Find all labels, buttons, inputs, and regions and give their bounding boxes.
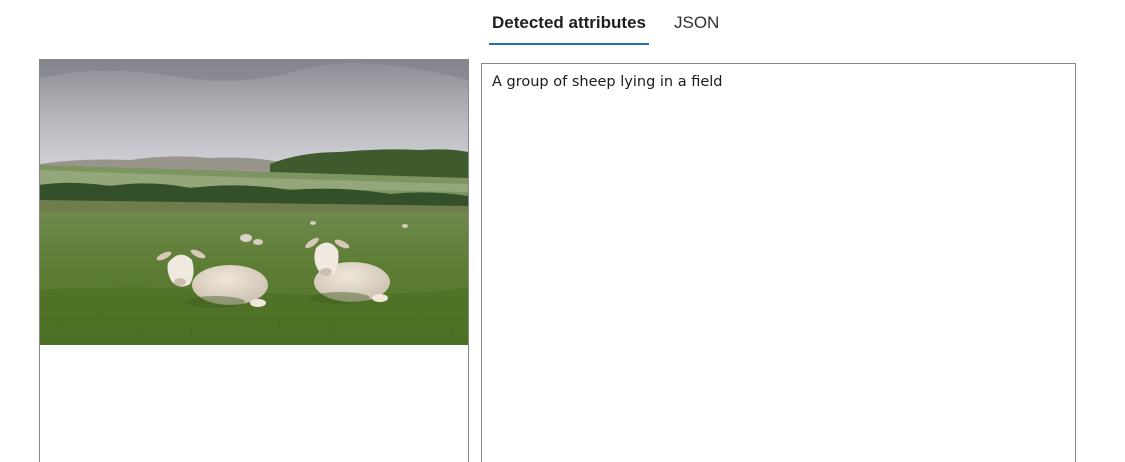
- tab-json-label: JSON: [673, 13, 720, 32]
- result-tabs: Detected attributes JSON: [484, 0, 739, 46]
- detected-attributes-panel: A group of sheep lying in a field: [481, 63, 1076, 462]
- sheep-field-photo: [40, 60, 468, 345]
- tab-detected-attributes[interactable]: Detected attributes: [484, 0, 654, 46]
- tab-json[interactable]: JSON: [666, 0, 727, 46]
- image-caption: A group of sheep lying in a field: [492, 74, 723, 90]
- tab-detected-attributes-label: Detected attributes: [492, 13, 646, 32]
- analyzed-image-panel: [39, 59, 469, 462]
- image-analysis-page: Detected attributes JSON A group of shee…: [0, 0, 1125, 462]
